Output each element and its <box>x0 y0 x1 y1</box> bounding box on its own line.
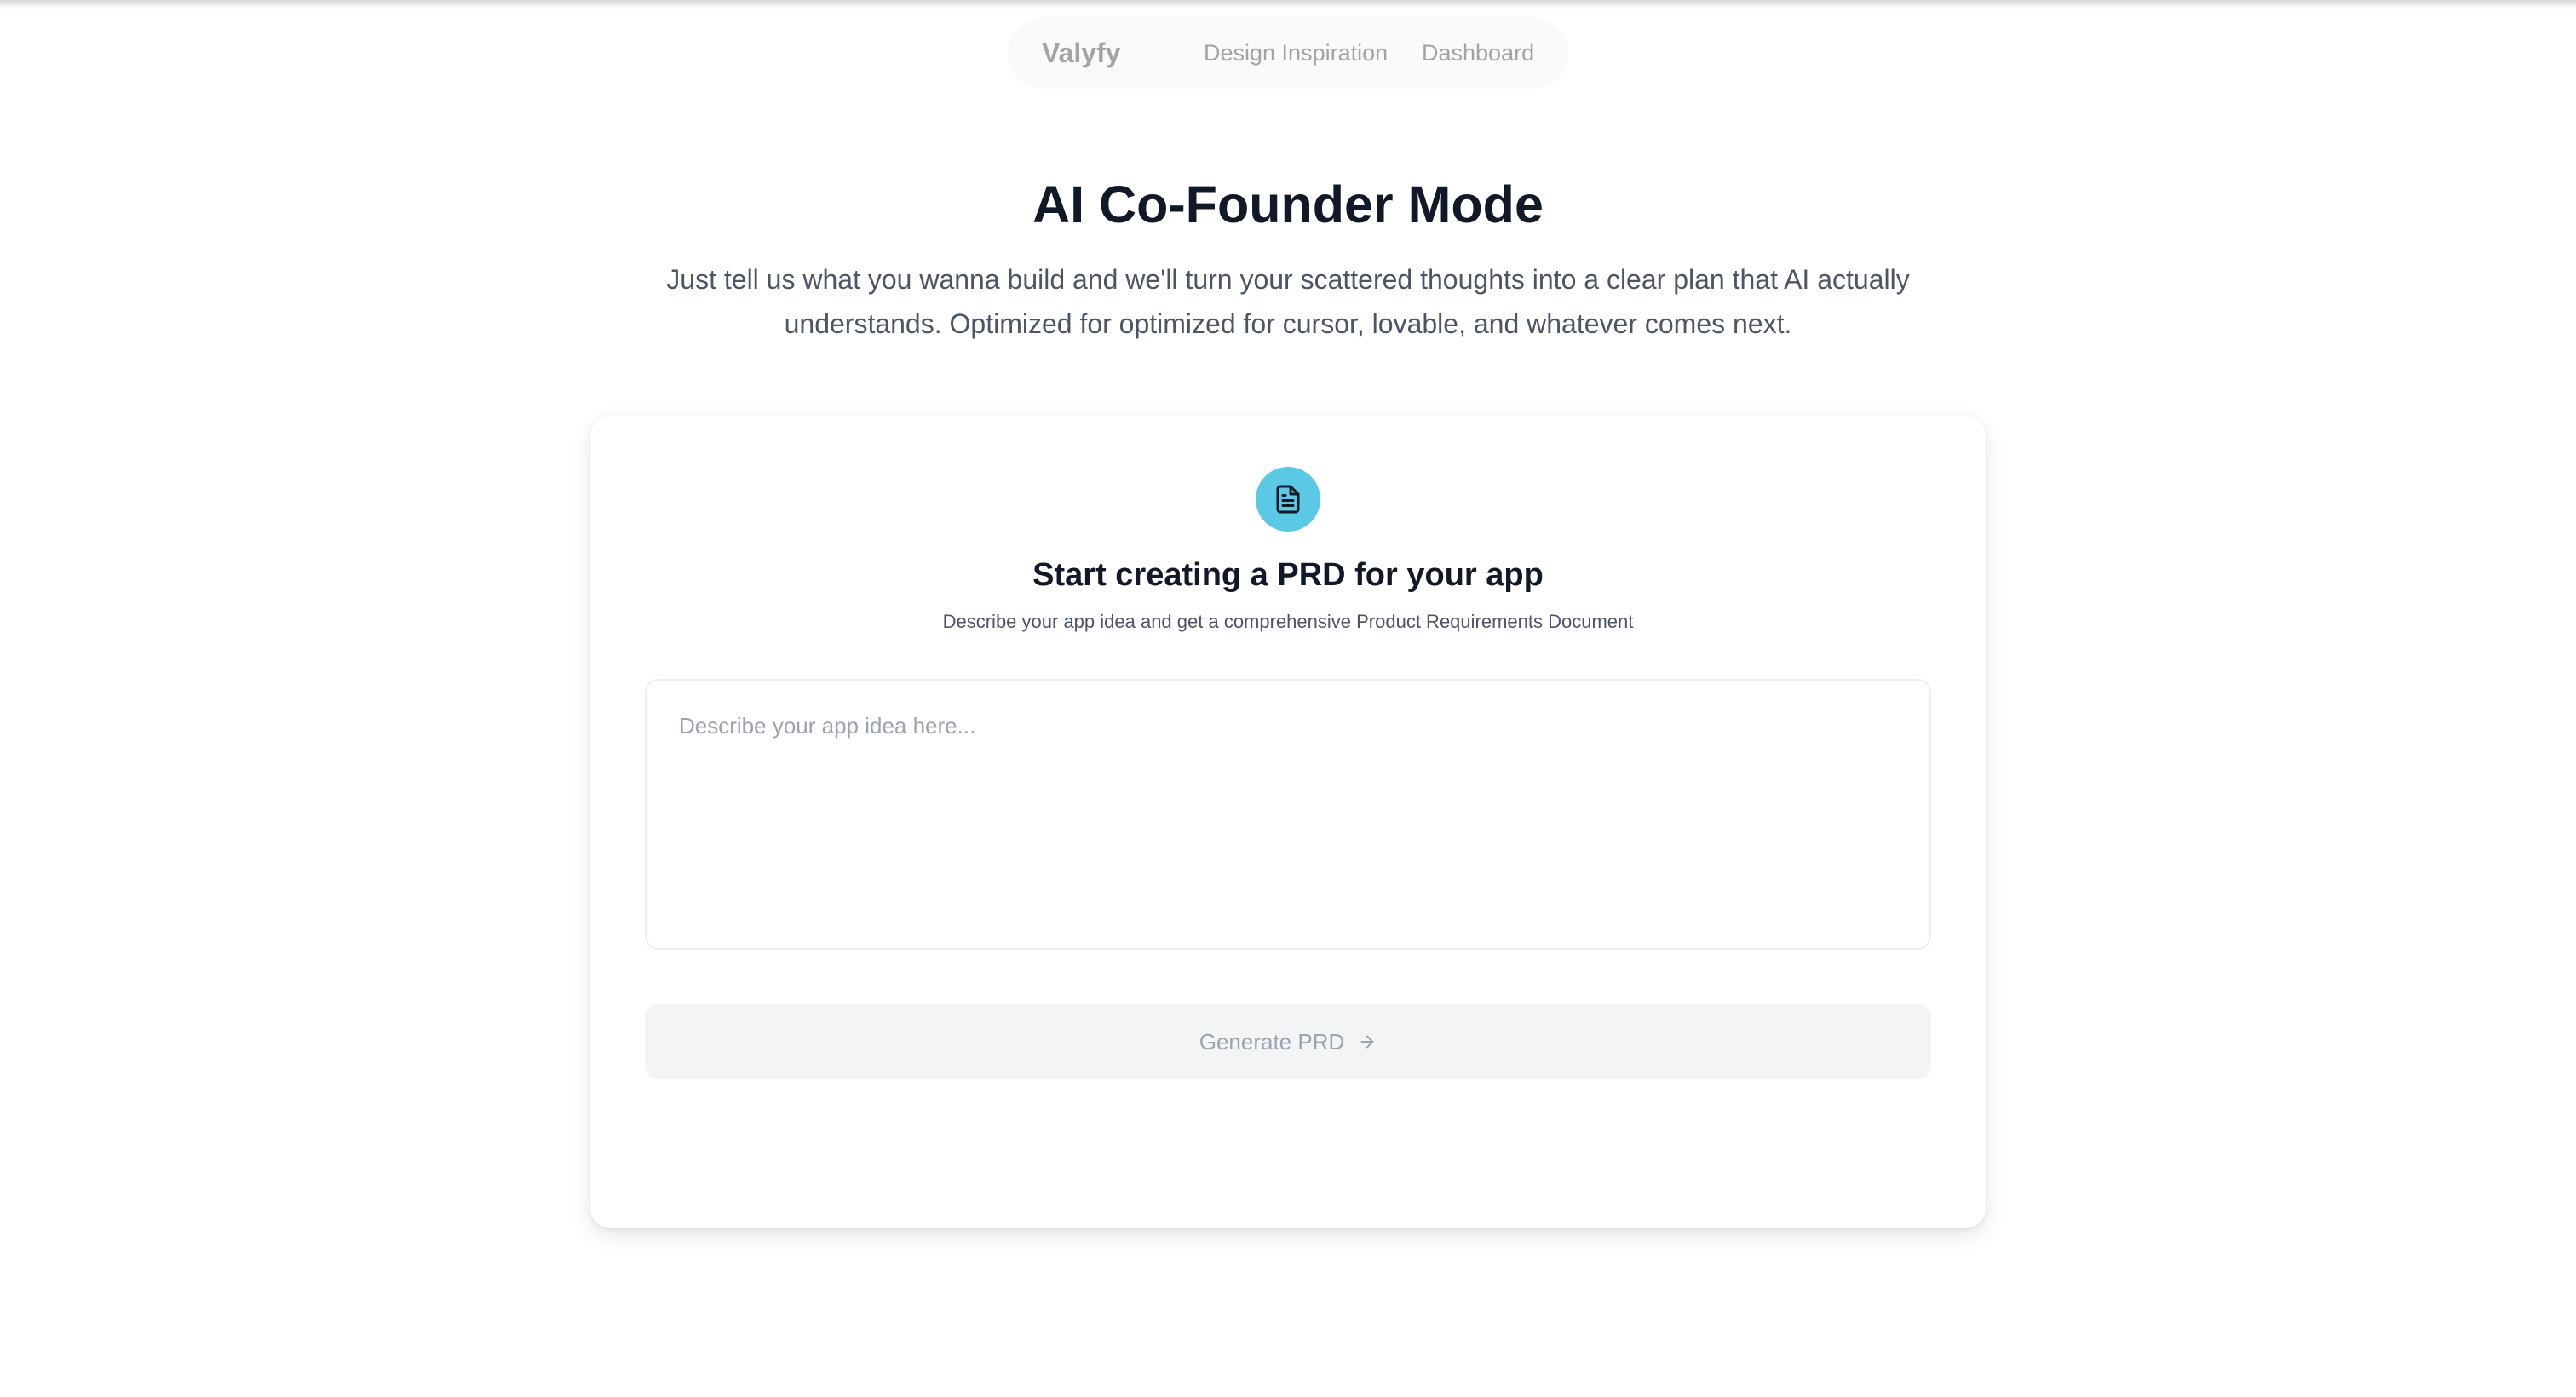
page-subtitle: Just tell us what you wanna build and we… <box>666 264 1910 339</box>
generate-prd-button[interactable]: Generate PRD <box>645 1004 1931 1079</box>
card-description: Describe your app idea and get a compreh… <box>942 611 1634 632</box>
top-edge-shadow <box>0 0 2576 9</box>
nav-link-dashboard[interactable]: Dashboard <box>1422 17 1534 89</box>
card-title: Start creating a PRD for your app <box>1032 557 1544 593</box>
nav-link-design-inspiration[interactable]: Design Inspiration <box>1204 17 1388 89</box>
generate-prd-label: Generate PRD <box>1199 1028 1345 1055</box>
app-idea-input[interactable] <box>645 679 1931 950</box>
page-title: AI Co-Founder Mode <box>1032 175 1544 233</box>
top-navbar: Valyfy Design Inspiration Dashboard <box>1008 17 1568 89</box>
brand-logo[interactable]: Valyfy <box>1042 17 1121 89</box>
arrow-right-icon <box>1358 1032 1377 1051</box>
prd-creation-card: Start creating a PRD for your app Descri… <box>590 416 1986 1228</box>
document-icon <box>1256 467 1320 532</box>
